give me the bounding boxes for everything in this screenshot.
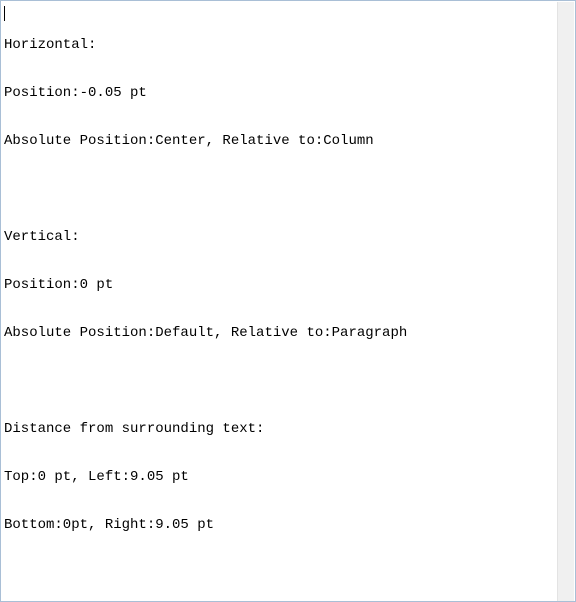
text-line-horizontal-position: Position:-0.05 pt [4,85,147,101]
editor-window: Horizontal: Position:-0.05 pt Absolute P… [0,0,576,602]
text-line-distance-bottom-right: Bottom:0pt, Right:9.05 pt [4,517,215,533]
text-line-vertical-absolute: Absolute Position:Default, Relative to:P… [4,325,408,341]
text-line-blank [4,373,558,389]
text-line-vertical-heading: Vertical: [4,229,80,245]
text-line-distance-top-left: Top:0 pt, Left:9.05 pt [4,469,189,485]
text-line-horizontal-absolute: Absolute Position:Center, Relative to:Co… [4,133,374,149]
text-line-horizontal-heading: Horizontal: [4,37,97,53]
text-line-blank [4,181,558,197]
text-line-distance-heading: Distance from surrounding text: [4,421,265,437]
vertical-scrollbar[interactable] [557,2,574,601]
text-caret [4,6,5,21]
text-area[interactable]: Horizontal: Position:-0.05 pt Absolute P… [2,2,558,601]
text-line-vertical-position: Position:0 pt [4,277,114,293]
